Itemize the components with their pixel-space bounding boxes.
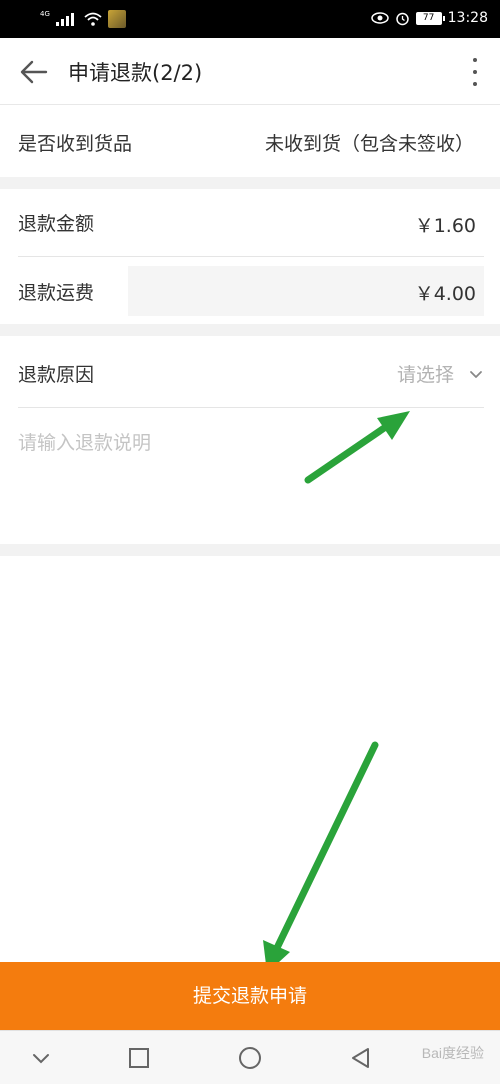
refund-amount-value: ￥1.60: [414, 215, 476, 237]
nav-collapse-icon[interactable]: [28, 1045, 54, 1071]
status-bar: 4G 77 13:28: [0, 0, 500, 38]
network-type: 4G: [40, 9, 50, 18]
annotation-arrow-submit: [263, 741, 379, 973]
status-left: 4G: [40, 10, 126, 28]
divider: [18, 256, 484, 257]
clock: 13:28: [447, 10, 488, 26]
nav-recents-icon[interactable]: [126, 1045, 152, 1071]
battery-icon: 77: [415, 11, 445, 25]
eye-icon: [370, 12, 389, 24]
refund-shipping-field[interactable]: ￥4.00: [128, 266, 484, 316]
status-right: 77 13:28: [370, 10, 488, 26]
alarm-icon: [395, 12, 409, 25]
more-vertical-icon[interactable]: [470, 58, 480, 86]
refund-shipping-row: 退款运费 ￥4.00: [0, 258, 500, 324]
watermark: Bai度经验: [421, 1045, 484, 1061]
refund-shipping-value: ￥4.00: [414, 283, 476, 305]
goods-received-label: 是否收到货品: [18, 133, 133, 155]
refund-explanation-placeholder: 请输入退款说明: [18, 432, 152, 454]
refund-amount-row: 退款金额 ￥1.60: [0, 189, 500, 257]
refund-reason-row[interactable]: 退款原因 请选择: [0, 336, 500, 408]
signal-icon: [55, 13, 74, 26]
goods-received-row[interactable]: 是否收到货品 未收到货（包含未签收）: [0, 105, 500, 177]
refund-amount-label: 退款金额: [18, 213, 95, 235]
chevron-down-icon[interactable]: [468, 366, 484, 382]
section-gap: [0, 324, 500, 336]
page-title: 申请退款(2/2): [68, 61, 203, 85]
submit-refund-button[interactable]: 提交退款申请: [0, 962, 500, 1030]
system-nav-bar: Bai度经验: [0, 1030, 500, 1084]
wifi-icon: [84, 12, 102, 26]
notification-icon: [107, 10, 126, 28]
nav-home-icon[interactable]: [237, 1045, 263, 1071]
refund-reason-label: 退款原因: [18, 364, 95, 386]
section-gap: [0, 177, 500, 189]
refund-shipping-label: 退款运费: [18, 282, 95, 304]
goods-received-value: 未收到货（包含未签收）: [264, 133, 474, 155]
refund-reason-select[interactable]: 请选择: [397, 360, 454, 387]
header: 申请退款(2/2): [0, 38, 500, 105]
refund-explanation-field[interactable]: 请输入退款说明: [0, 408, 500, 544]
back-arrow-icon[interactable]: [18, 56, 50, 88]
section-gap: [0, 544, 500, 556]
nav-back-icon[interactable]: [348, 1045, 374, 1071]
